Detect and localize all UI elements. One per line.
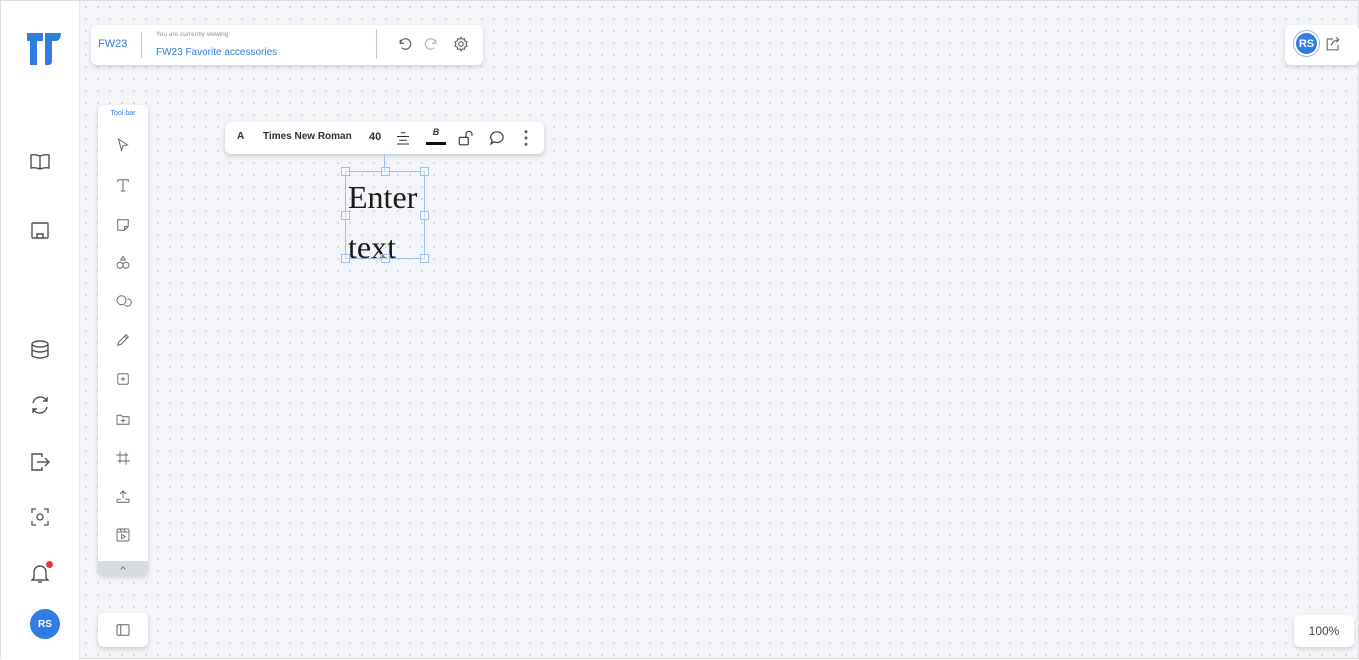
more-options-icon[interactable]: [520, 128, 532, 148]
font-family-select[interactable]: Times New Roman: [263, 131, 352, 142]
align-center-icon[interactable]: [393, 128, 413, 148]
project-code[interactable]: FW23: [98, 38, 127, 50]
divider: [376, 29, 377, 59]
settings-gear-icon[interactable]: [451, 34, 471, 54]
panel-toggle-button[interactable]: [98, 613, 148, 647]
text-format-toolbar: A Times New Roman 40 B: [225, 122, 544, 154]
resize-handle[interactable]: [420, 254, 429, 263]
collapse-toolbar-button[interactable]: [98, 561, 148, 575]
app-window: RS FW23 You are currently viewing: FW23 …: [0, 0, 1359, 660]
resize-handle[interactable]: [381, 167, 390, 176]
notification-dot: [46, 561, 53, 568]
chevron-up-icon: [120, 566, 126, 570]
sidebar-panel-icon: [116, 624, 130, 636]
comment-icon[interactable]: [111, 289, 135, 313]
add-frame-icon[interactable]: [111, 367, 135, 391]
resize-handle[interactable]: [420, 211, 429, 220]
resize-handle[interactable]: [381, 254, 390, 263]
notifications-bell-icon[interactable]: [26, 559, 54, 587]
pencil-icon[interactable]: [111, 328, 135, 352]
bold-button[interactable]: B: [425, 127, 447, 149]
undo-icon[interactable]: [394, 34, 414, 54]
board-name[interactable]: FW23 Favorite accessories: [156, 47, 277, 58]
bold-underline: [426, 142, 446, 145]
resize-handle[interactable]: [420, 167, 429, 176]
font-size-select[interactable]: 40: [369, 131, 381, 143]
crop-icon[interactable]: [111, 446, 135, 470]
font-color-button[interactable]: A: [237, 131, 244, 142]
tool-bar: Tool bar: [98, 105, 148, 575]
viewing-label: You are currently viewing:: [156, 31, 231, 38]
sync-icon[interactable]: [26, 391, 54, 419]
redo-icon[interactable]: [422, 34, 442, 54]
upload-icon[interactable]: [111, 485, 135, 509]
left-rail: RS: [1, 1, 80, 660]
speech-bubble-icon[interactable]: [487, 128, 507, 148]
bold-label: B: [432, 127, 440, 137]
resize-handle[interactable]: [341, 254, 350, 263]
resize-handle[interactable]: [341, 211, 350, 220]
library-book-icon[interactable]: [26, 148, 54, 176]
share-icon[interactable]: [1323, 34, 1343, 54]
share-panel: RS: [1285, 25, 1359, 65]
text-icon[interactable]: [111, 173, 135, 197]
app-logo-icon[interactable]: [25, 31, 63, 67]
shapes-icon[interactable]: [111, 251, 135, 275]
scan-focus-icon[interactable]: [26, 503, 54, 531]
laptop-board-icon[interactable]: [26, 217, 54, 245]
zoom-level[interactable]: 100%: [1294, 615, 1354, 647]
collaborator-avatar[interactable]: RS: [1294, 31, 1319, 56]
sticky-note-icon[interactable]: [111, 213, 135, 237]
unlock-icon[interactable]: [456, 128, 476, 148]
whiteboard-canvas[interactable]: [80, 1, 1358, 658]
toolbar-title: Tool bar: [110, 110, 136, 117]
add-folder-icon[interactable]: [111, 407, 135, 431]
divider: [141, 32, 142, 58]
media-icon[interactable]: [111, 523, 135, 547]
database-icon[interactable]: [26, 336, 54, 364]
user-avatar[interactable]: RS: [30, 609, 60, 639]
pointer-icon[interactable]: [111, 133, 135, 157]
selected-text-box[interactable]: Enter text: [341, 167, 429, 265]
resize-handle[interactable]: [341, 167, 350, 176]
export-icon[interactable]: [26, 448, 54, 476]
project-header: FW23 You are currently viewing: FW23 Fav…: [91, 25, 483, 65]
